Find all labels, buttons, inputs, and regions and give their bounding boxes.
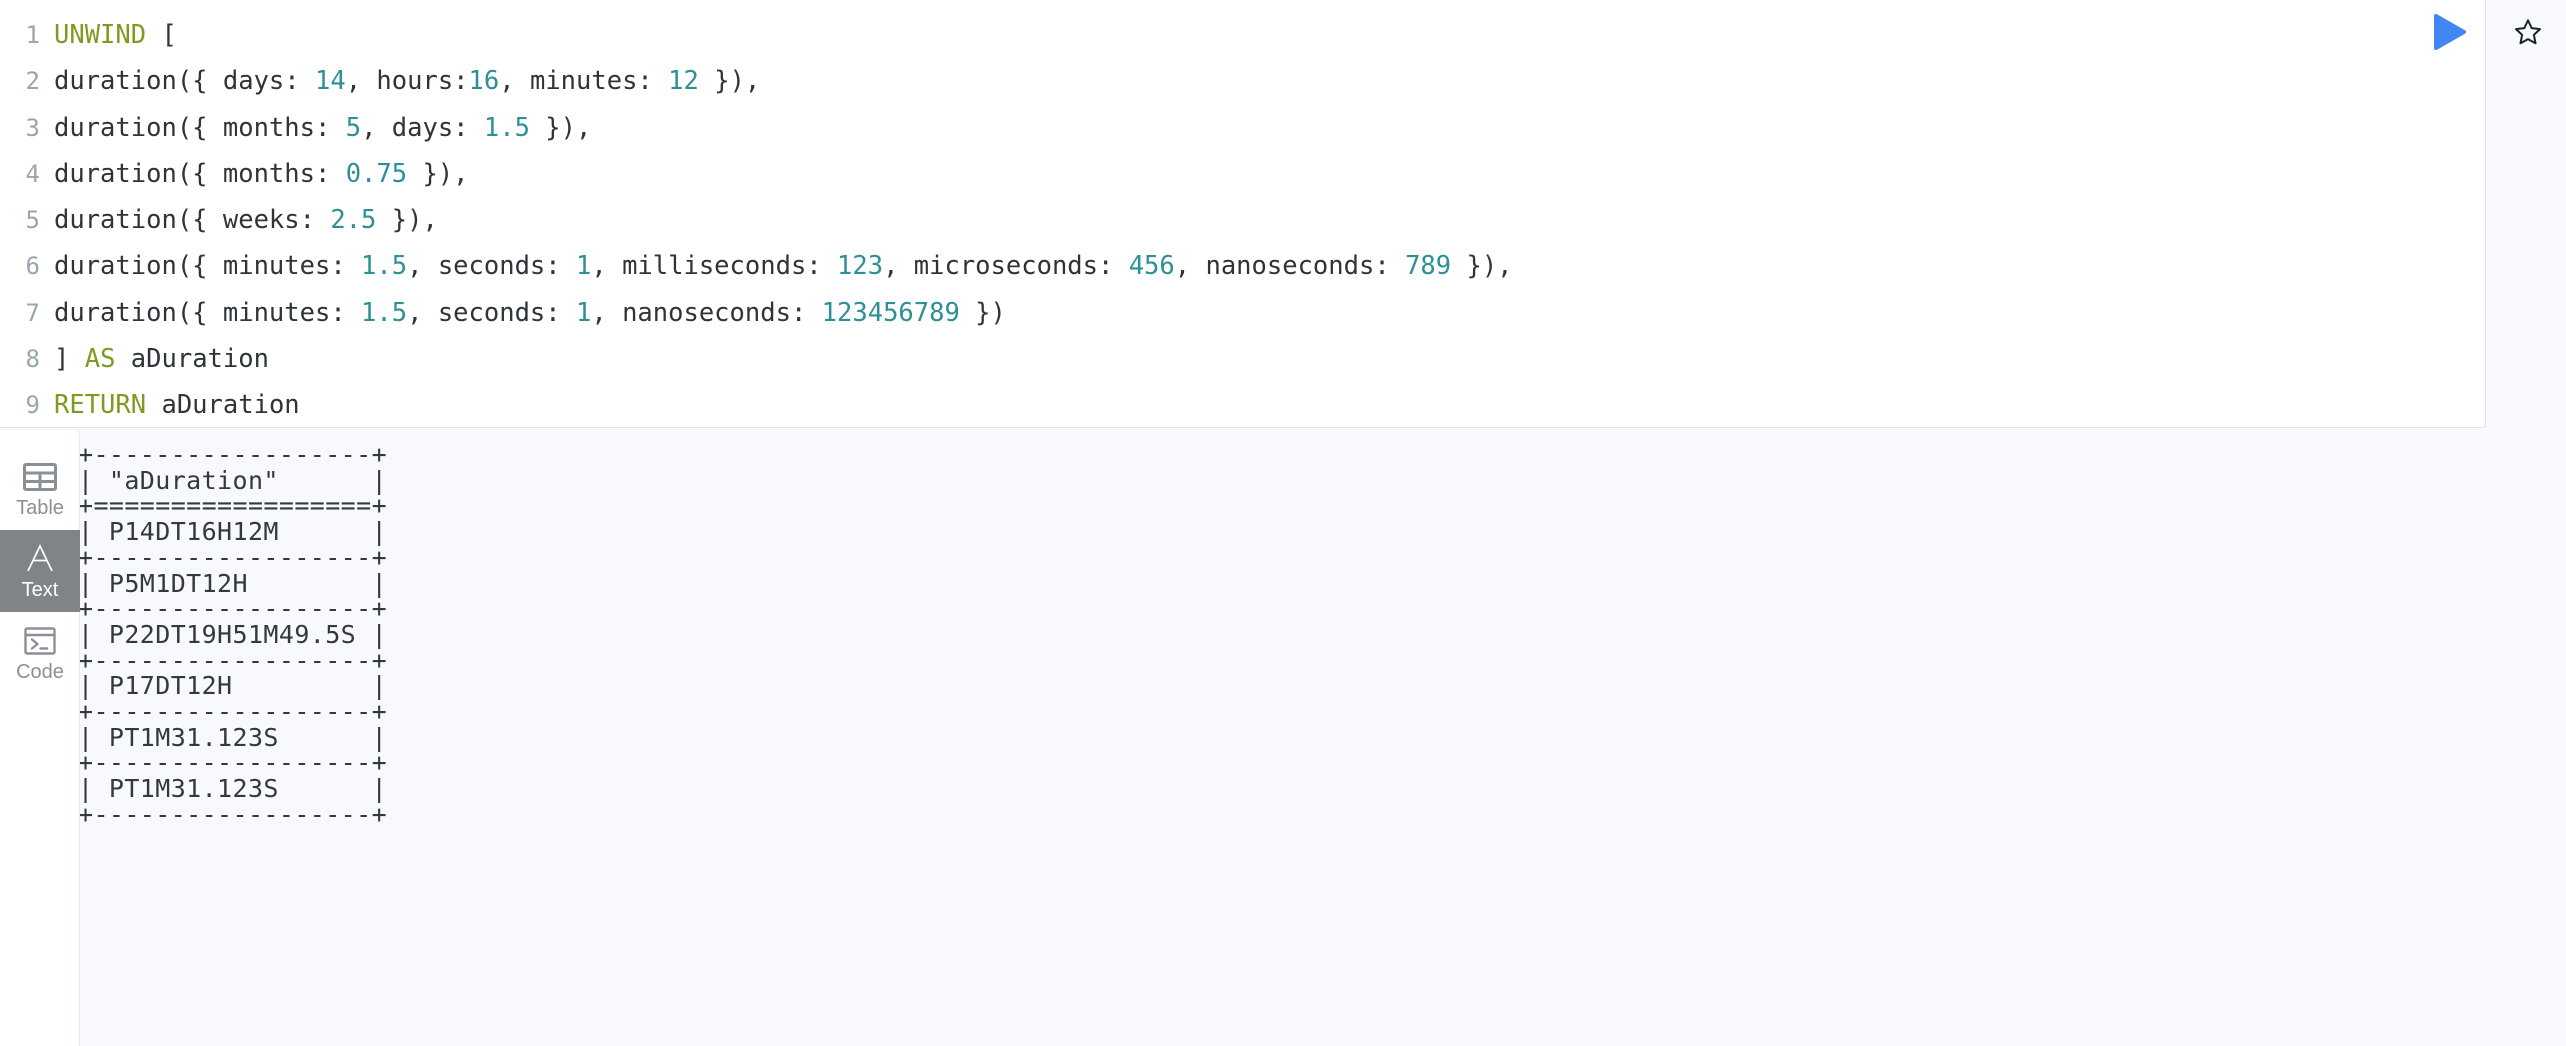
- line-number: 3: [25, 113, 40, 142]
- code-line-text: duration({ minutes: 1.5, seconds: 1, mil…: [40, 243, 1513, 289]
- sidebar-item-text-label: Text: [21, 579, 59, 601]
- code-token: 1.5: [361, 297, 408, 328]
- code-line[interactable]: 2 duration({ days: 14, hours:16, minutes:…: [0, 58, 2485, 104]
- line-number: 4: [25, 159, 40, 188]
- favorite-button[interactable]: [2506, 10, 2550, 54]
- code-token: RETURN: [54, 390, 147, 421]
- code-line[interactable]: 3 duration({ months: 5, days: 1.5 }),: [0, 105, 2485, 151]
- run-query-button[interactable]: [2426, 8, 2474, 56]
- code-token: aDuration: [146, 390, 300, 421]
- code-token: 0.75: [345, 158, 408, 189]
- code-token: , days:: [361, 112, 484, 143]
- code-token: [: [146, 20, 177, 50]
- line-number: 2: [25, 67, 40, 96]
- code-token: AS: [84, 344, 116, 375]
- line-number: 1: [25, 21, 40, 49]
- code-token: }),: [376, 205, 438, 236]
- result-text-pane[interactable]: +------------------+ | "aDuration" | +==…: [80, 430, 2566, 1046]
- code-token: 123: [837, 251, 884, 282]
- star-icon: [2515, 19, 2541, 45]
- code-token: }),: [698, 66, 761, 97]
- code-token: , seconds:: [407, 297, 576, 328]
- sidebar-item-table-label: Table: [16, 497, 64, 519]
- code-token: aDuration: [115, 344, 269, 375]
- code-token: 16: [468, 66, 500, 97]
- code-token: , seconds:: [407, 251, 576, 282]
- code-token: , hours:: [345, 66, 469, 97]
- line-number: 5: [25, 206, 40, 235]
- sidebar-top-spacer: [0, 430, 79, 448]
- code-token: duration({ minutes:: [54, 297, 362, 328]
- code-line[interactable]: 5 duration({ weeks: 2.5 }),: [0, 197, 2485, 243]
- code-token: , milliseconds:: [591, 251, 837, 282]
- code-token: , nanoseconds:: [1174, 251, 1406, 282]
- result-view-sidebar: Table Text Code: [0, 430, 80, 1046]
- code-token: duration({ months:: [54, 158, 346, 189]
- code-line[interactable]: 1 UNWIND [: [0, 12, 2485, 58]
- code-token: duration({ months:: [54, 112, 346, 143]
- code-line[interactable]: 8] AS aDuration: [0, 336, 2485, 382]
- line-number: 6: [25, 252, 40, 281]
- code-token: ]: [54, 344, 85, 375]
- code-line[interactable]: 7 duration({ minutes: 1.5, seconds: 1, na…: [0, 290, 2485, 336]
- code-token: duration({ weeks:: [54, 205, 331, 236]
- code-token: }),: [407, 158, 469, 189]
- code-area[interactable]: 1 UNWIND [2 duration({ days: 14, hours:16,…: [0, 12, 2485, 427]
- cypher-editor-panel[interactable]: 1 UNWIND [2 duration({ days: 14, hours:16,…: [0, 0, 2486, 428]
- code-token: }),: [1451, 251, 1513, 282]
- code-token: 456: [1128, 251, 1175, 282]
- code-line-text: duration({ months: 0.75 }),: [40, 151, 469, 197]
- code-line-text: duration({ minutes: 1.5, seconds: 1, nan…: [40, 290, 1006, 336]
- code-token: }),: [529, 112, 592, 143]
- code-line-text: duration({ days: 14, hours:16, minutes: …: [40, 58, 760, 104]
- code-line[interactable]: 4 duration({ months: 0.75 }),: [0, 151, 2485, 197]
- code-line-text: duration({ months: 5, days: 1.5 }),: [40, 105, 591, 151]
- letter-a-icon: [24, 542, 56, 576]
- code-line-text: UNWIND [: [40, 12, 177, 58]
- code-token: 789: [1405, 251, 1452, 282]
- code-line[interactable]: 9 RETURN aDuration: [0, 382, 2485, 427]
- line-number: 8: [25, 345, 40, 374]
- query-editor-page: 1 UNWIND [2 duration({ days: 14, hours:16,…: [0, 0, 2566, 1046]
- code-token: 1: [576, 251, 592, 282]
- code-token: 2.5: [330, 205, 377, 236]
- line-number: 7: [25, 298, 40, 327]
- ascii-result-table: +------------------+ | "aDuration" | +==…: [80, 440, 388, 829]
- code-token: 1: [576, 297, 592, 328]
- code-token: 1.5: [361, 251, 408, 282]
- code-line[interactable]: 6 duration({ minutes: 1.5, seconds: 1, mi…: [0, 243, 2485, 289]
- code-token: UNWIND: [54, 20, 147, 50]
- terminal-icon: [24, 624, 56, 658]
- code-token: 5: [345, 112, 362, 143]
- code-token: , nanoseconds:: [591, 297, 822, 328]
- code-token: 14: [315, 66, 346, 97]
- line-number: 9: [25, 391, 40, 420]
- code-token: duration({ days:: [54, 66, 315, 97]
- code-token: , microseconds:: [883, 251, 1129, 282]
- code-token: 1.5: [483, 112, 530, 143]
- code-token: duration({ minutes:: [54, 251, 362, 282]
- code-token: }): [959, 297, 1006, 328]
- code-line-text: RETURN aDuration: [40, 382, 300, 427]
- sidebar-item-code-label: Code: [16, 661, 64, 683]
- code-token: , minutes:: [499, 66, 669, 97]
- code-token: 12: [668, 66, 699, 97]
- sidebar-item-table[interactable]: Table: [0, 448, 80, 530]
- sidebar-item-code[interactable]: Code: [0, 612, 80, 694]
- code-line-text: duration({ weeks: 2.5 }),: [40, 197, 438, 243]
- code-token: 123456789: [821, 297, 960, 328]
- play-icon: [2434, 14, 2466, 50]
- sidebar-item-text[interactable]: Text: [0, 530, 80, 612]
- code-line-text: ] AS aDuration: [40, 336, 269, 382]
- table-icon: [23, 460, 57, 494]
